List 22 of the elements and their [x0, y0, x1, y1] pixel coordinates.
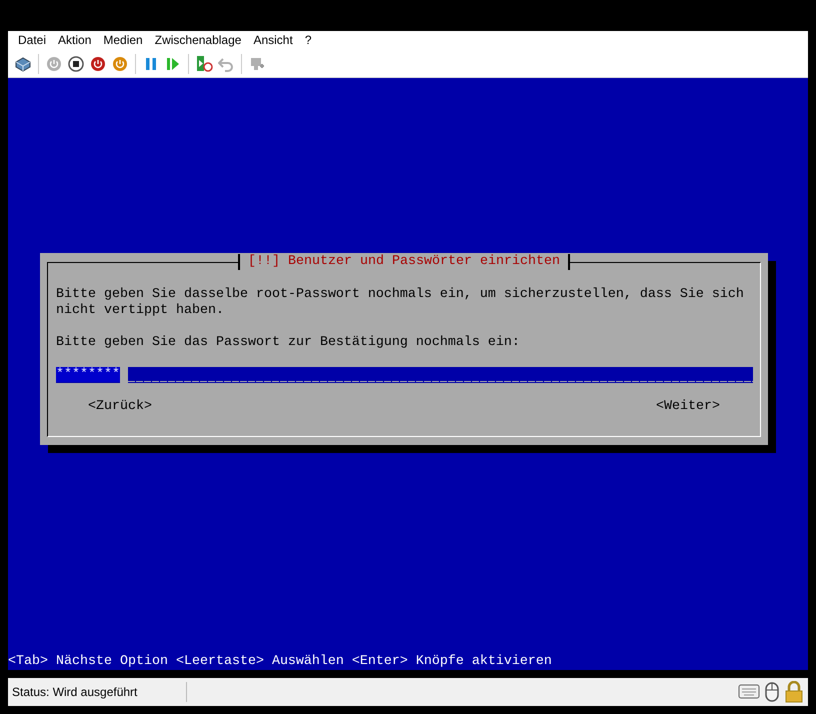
menu-item[interactable]: Ansicht	[247, 31, 299, 50]
menu-item[interactable]: Aktion	[52, 31, 98, 50]
dialog-button[interactable]: <Zurück>	[88, 399, 152, 415]
menu-item[interactable]: ?	[298, 31, 318, 50]
dialog-message: Bitte geben Sie dasselbe root-Passwort nochmals ein, um sicherzustellen, dass Sie sich nicht vertippt haben.	[56, 287, 745, 319]
menu-item[interactable]: Zwischenablage	[148, 31, 248, 50]
status-text: Status: Wird ausgeführt	[12, 682, 187, 702]
mouse-icon	[764, 681, 780, 703]
play-icon[interactable]	[165, 56, 181, 72]
power-icon[interactable]	[112, 56, 128, 72]
dialog-button[interactable]: <Weiter>	[656, 399, 720, 415]
pause-icon[interactable]	[144, 56, 158, 72]
checkpoint-icon[interactable]	[195, 54, 213, 72]
help-line: <Tab> Nächste Option <Leertaste> Auswählen <Enter> Knöpfe aktivieren	[8, 654, 552, 670]
power-icon[interactable]	[90, 56, 106, 72]
dialog-title: [!!] Benutzer und Passwörter einrichten	[238, 254, 570, 270]
stop-icon[interactable]	[68, 56, 84, 72]
lock-icon	[784, 681, 804, 703]
password-field[interactable]: ********	[56, 367, 753, 383]
menu-item[interactable]: Medien	[97, 31, 149, 50]
menu-item[interactable]: Datei	[12, 31, 52, 50]
prompt-text: Bitte geben Sie das Passwort zur Bestätigung nochmals ein:	[56, 335, 521, 351]
